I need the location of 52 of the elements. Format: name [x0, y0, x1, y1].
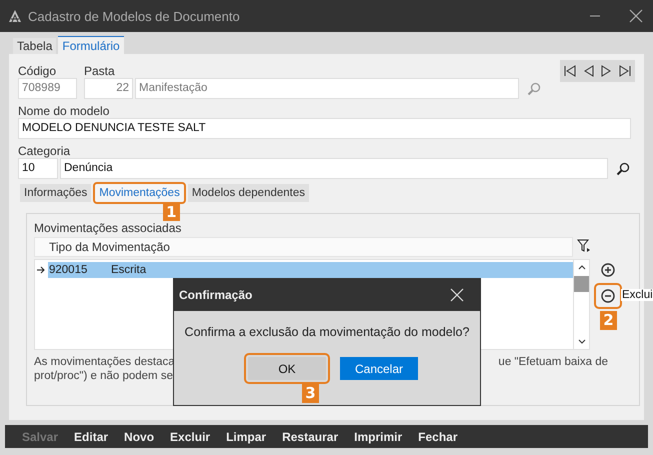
last-record-icon[interactable]: [619, 65, 632, 77]
scroll-down-icon[interactable]: [578, 339, 586, 345]
field-label: Código: [18, 64, 58, 78]
current-row-arrow-icon: [37, 266, 46, 274]
category-code-field[interactable]: 10: [18, 158, 58, 179]
close-icon[interactable]: [629, 9, 643, 23]
field-label: Nome do modelo: [18, 104, 110, 118]
table-cell-text: 920015: [48, 263, 88, 278]
toolbar-button[interactable]: Limpar: [218, 430, 274, 444]
tab[interactable]: Tabela: [13, 38, 56, 54]
toolbar-button[interactable]: Imprimir: [346, 430, 410, 444]
toolbar-button[interactable]: Restaurar: [274, 430, 346, 444]
note-text: prot/proc") e não podem se: [34, 369, 173, 383]
scrollbar[interactable]: [573, 260, 589, 349]
code-field[interactable]: 708989: [18, 78, 77, 99]
note-text: ue "Efetuam baixa de: [498, 355, 608, 370]
dialog-title: Confirmação: [179, 288, 252, 302]
scroll-thumb[interactable]: [574, 276, 589, 292]
table-row[interactable]: 920015 Escrita: [48, 262, 573, 278]
dialog-message: Confirma a exclusão da movimentação do modelo?: [184, 325, 470, 339]
add-icon[interactable]: [601, 263, 615, 277]
remove-icon[interactable]: [596, 285, 620, 307]
category-name-field[interactable]: Denúncia: [60, 158, 608, 179]
search-icon[interactable]: [616, 162, 630, 176]
field-label: Categoria: [18, 144, 70, 158]
window-title: Cadastro de Modelos de Documento: [28, 8, 241, 24]
next-record-icon[interactable]: [601, 65, 612, 77]
tab[interactable]: Informações: [20, 184, 92, 202]
name-field[interactable]: MODELO DENUNCIA TESTE SALT: [18, 118, 631, 139]
note-text: As movimentações destaca: [34, 355, 175, 369]
folder-code-field[interactable]: 22: [84, 78, 133, 99]
tooltip: Exclui: [621, 289, 653, 301]
scroll-up-icon[interactable]: [578, 264, 586, 270]
filter-icon[interactable]: [577, 239, 591, 253]
cancel-button[interactable]: Cancelar: [340, 357, 418, 380]
toolbar-button[interactable]: Fechar: [410, 430, 466, 444]
toolbar-button[interactable]: Excluir: [162, 430, 218, 444]
app-logo-icon: [8, 9, 22, 23]
tab[interactable]: Formulário: [58, 36, 124, 54]
folder-name-field[interactable]: Manifestação: [135, 78, 519, 99]
first-record-icon[interactable]: [564, 65, 576, 77]
group-title: Movimentações associadas: [34, 221, 182, 235]
table-cell-text: Escrita: [110, 263, 146, 278]
toolbar-button[interactable]: Editar: [66, 430, 116, 444]
previous-record-icon[interactable]: [584, 65, 594, 77]
step-badge: 2: [600, 311, 617, 330]
step-badge: 3: [302, 384, 319, 403]
tab[interactable]: Modelos dependentes: [188, 184, 309, 202]
column-header[interactable]: Tipo da Movimentação: [34, 237, 573, 257]
field-label: Pasta: [84, 64, 116, 78]
step-badge: 1: [162, 204, 180, 221]
toolbar-button[interactable]: Novo: [116, 430, 162, 444]
